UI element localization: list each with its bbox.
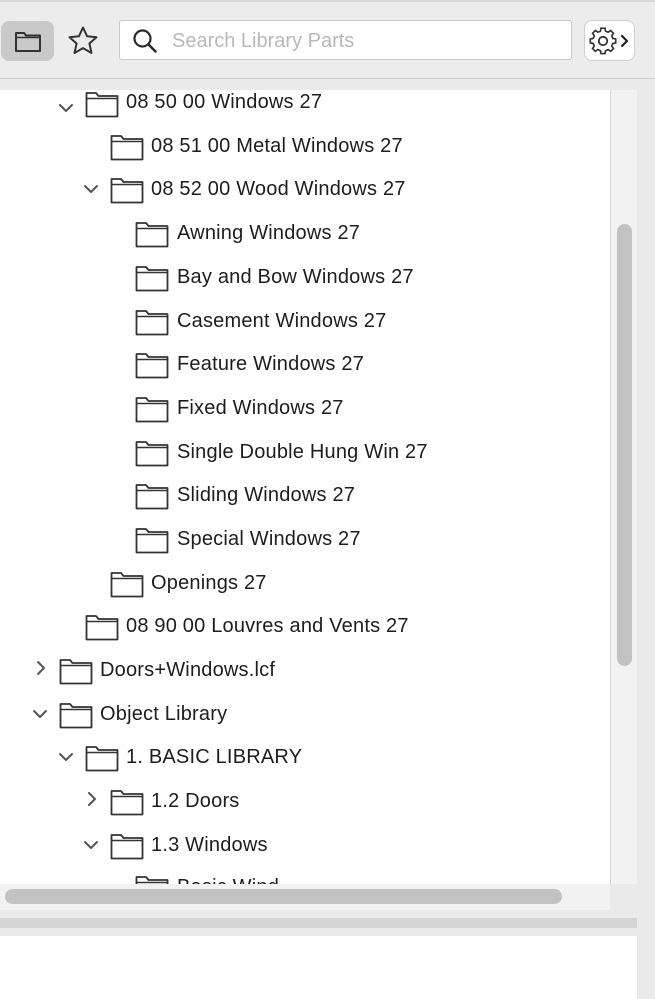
folder-icon bbox=[59, 659, 93, 685]
tree-item[interactable]: Casement Windows 27 bbox=[0, 308, 610, 352]
chevron-down-icon[interactable] bbox=[57, 748, 75, 766]
tree-item[interactable]: 08 51 00 Metal Windows 27 bbox=[0, 133, 610, 177]
folder-icon bbox=[135, 397, 169, 423]
chevron-down-icon[interactable] bbox=[82, 836, 100, 854]
chevron-down-icon[interactable] bbox=[31, 705, 49, 723]
folder-icon bbox=[110, 178, 144, 204]
tree-item-label: 08 52 00 Wood Windows 27 bbox=[151, 178, 406, 200]
tree-item[interactable]: Sliding Windows 27 bbox=[0, 482, 610, 526]
tree-item[interactable]: Single Double Hung Win 27 bbox=[0, 439, 610, 483]
tree-item[interactable]: Openings 27 bbox=[0, 570, 610, 614]
folder-icon bbox=[110, 135, 144, 161]
tree-item[interactable]: Fixed Windows 27 bbox=[0, 395, 610, 439]
tree-item-label: Fixed Windows 27 bbox=[177, 397, 344, 419]
folder-icon bbox=[85, 615, 119, 641]
tree-item[interactable]: 1. BASIC LIBRARY bbox=[0, 744, 610, 788]
chevron-down-icon[interactable] bbox=[82, 180, 100, 198]
tree-item-label: Feature Windows 27 bbox=[177, 353, 365, 375]
tree-item-label: Bay and Bow Windows 27 bbox=[177, 266, 414, 288]
tree-item-label: Awning Windows 27 bbox=[177, 222, 361, 244]
tree-item-label: Doors+Windows.lcf bbox=[100, 659, 276, 681]
tree-item-label: 08 51 00 Metal Windows 27 bbox=[151, 135, 403, 157]
favorites-button[interactable] bbox=[60, 21, 106, 61]
tree-item[interactable]: 1.3 Windows bbox=[0, 832, 610, 876]
folder-icon bbox=[135, 266, 169, 292]
tree-item-label: Casement Windows 27 bbox=[177, 310, 387, 332]
horizontal-scrollbar-thumb[interactable] bbox=[5, 889, 562, 904]
library-tree[interactable]: 08 50 00 Windows 27 08 51 00 Metal Windo… bbox=[0, 90, 611, 884]
folder-icon bbox=[135, 353, 169, 379]
folder-icon bbox=[85, 92, 119, 118]
tree-item-label: 1.2 Doors bbox=[151, 790, 240, 812]
folder-icon bbox=[14, 32, 41, 52]
chevron-right-icon[interactable] bbox=[83, 790, 101, 808]
search-input[interactable] bbox=[170, 25, 564, 57]
tree-item[interactable]: Awning Windows 27 bbox=[0, 220, 610, 264]
panel-divider[interactable] bbox=[0, 918, 637, 928]
folder-icon bbox=[85, 746, 119, 772]
search-field[interactable] bbox=[119, 20, 572, 60]
tree-item-label: Basic Wind bbox=[177, 876, 279, 884]
tree-item-label: 1.3 Windows bbox=[151, 834, 268, 856]
folder-icon bbox=[135, 441, 169, 467]
preview-panel bbox=[0, 936, 637, 999]
tree-item[interactable]: 08 50 00 Windows 27 bbox=[0, 90, 610, 134]
tree-item-label: Special Windows 27 bbox=[177, 528, 361, 550]
tree-item-label: Openings 27 bbox=[151, 572, 267, 594]
tree-item-label: 1. BASIC LIBRARY bbox=[126, 746, 303, 768]
tree-item[interactable]: Object Library bbox=[0, 701, 610, 745]
settings-menu-button[interactable] bbox=[584, 20, 635, 61]
folder-icon bbox=[135, 484, 169, 510]
vertical-scrollbar-thumb[interactable] bbox=[617, 224, 632, 666]
tree-item-label: Sliding Windows 27 bbox=[177, 484, 356, 506]
tree-item[interactable]: Bay and Bow Windows 27 bbox=[0, 264, 610, 308]
tree-item[interactable]: 08 52 00 Wood Windows 27 bbox=[0, 176, 610, 220]
folder-icon bbox=[135, 310, 169, 336]
tree-item-label: Single Double Hung Win 27 bbox=[177, 441, 428, 463]
library-toolbar bbox=[0, 0, 655, 79]
tree-item[interactable]: 1.2 Doors bbox=[0, 788, 610, 832]
tree-item[interactable]: Feature Windows 27 bbox=[0, 351, 610, 395]
folder-icon bbox=[135, 222, 169, 248]
tree-item-label: 08 90 00 Louvres and Vents 27 bbox=[126, 615, 409, 637]
search-icon bbox=[133, 29, 157, 53]
folder-view-button[interactable] bbox=[1, 21, 54, 61]
folder-icon bbox=[110, 572, 144, 598]
folder-icon bbox=[135, 876, 169, 884]
folder-icon bbox=[59, 703, 93, 729]
toolbar-top-border bbox=[0, 0, 655, 2]
tree-item-label: 08 50 00 Windows 27 bbox=[126, 91, 323, 113]
folder-icon bbox=[110, 790, 144, 816]
chevron-right-icon bbox=[620, 34, 628, 47]
chevron-right-icon[interactable] bbox=[32, 659, 50, 677]
star-icon bbox=[68, 26, 98, 54]
tree-item[interactable]: Doors+Windows.lcf bbox=[0, 657, 610, 701]
tree-item[interactable]: Basic Wind bbox=[0, 874, 610, 884]
gear-icon bbox=[588, 26, 628, 54]
tree-item-label: Object Library bbox=[100, 703, 228, 725]
tree-item[interactable]: 08 90 00 Louvres and Vents 27 bbox=[0, 613, 610, 657]
folder-icon bbox=[110, 834, 144, 860]
folder-icon bbox=[135, 528, 169, 554]
chevron-down-icon[interactable] bbox=[57, 99, 75, 117]
tree-item[interactable]: Special Windows 27 bbox=[0, 526, 610, 570]
